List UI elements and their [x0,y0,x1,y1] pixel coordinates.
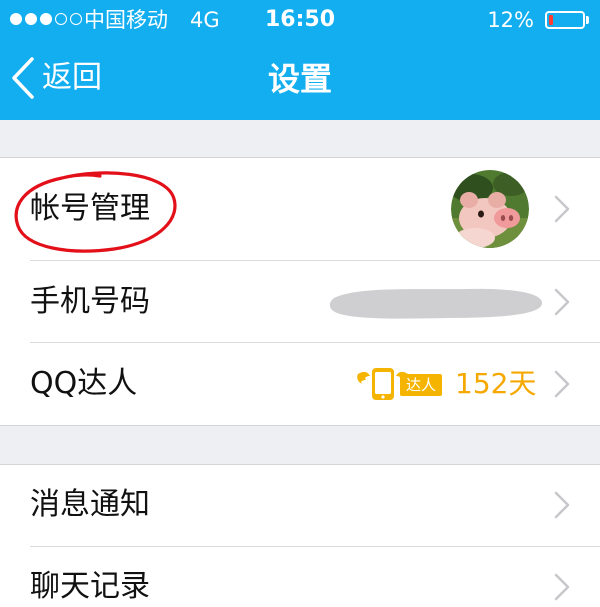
settings-row-account-management[interactable]: 帐号管理 [0,158,600,261]
row-label: 帐号管理 [30,191,150,226]
settings-row-qq-daren[interactable]: QQ达人 达人 152天 [0,342,600,425]
chevron-right-icon [554,288,570,316]
settings-group-messages: 消息通知 聊天记录 [0,464,600,607]
settings-group-account: 帐号管理 手机号码 QQ达人 达人 152天 [0,157,600,426]
row-label: QQ达人 [30,366,138,401]
daren-tag: 达人 [400,374,443,396]
settings-row-phone-number[interactable]: 手机号码 [0,260,600,343]
settings-row-chat-history[interactable]: 聊天记录 [0,546,600,607]
back-label: 返回 [42,60,102,95]
daren-badge: 达人 [356,364,448,404]
chevron-right-icon [554,370,570,398]
navigation-bar: 返回 设置 [0,40,600,120]
daren-days-value: 152天 [455,367,537,400]
battery-tip [586,16,589,24]
battery-icon [545,11,585,29]
chevron-right-icon [554,195,570,223]
avatar [451,170,529,248]
chevron-left-icon [12,57,34,99]
status-bar: 中国移动 4G 16:50 12% [0,0,600,40]
redacted-phone-value [329,288,543,319]
back-button[interactable]: 返回 [10,56,102,100]
header: 中国移动 4G 16:50 12% 返回 设置 [0,0,600,120]
battery-level-fill [549,15,553,25]
row-label: 聊天记录 [30,569,150,604]
chevron-right-icon [554,573,570,601]
battery-percent: 12% [487,8,534,32]
chevron-right-icon [554,491,570,519]
row-label: 消息通知 [30,487,150,522]
settings-row-message-notifications[interactable]: 消息通知 [0,465,600,547]
row-label: 手机号码 [30,284,150,319]
